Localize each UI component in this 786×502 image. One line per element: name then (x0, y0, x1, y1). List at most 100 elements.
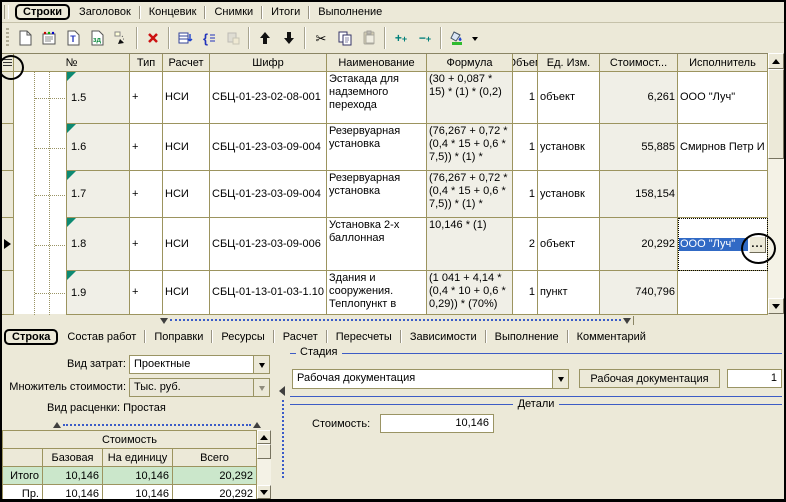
cost-type-combo[interactable]: Проектные (129, 355, 270, 374)
tab-stroka[interactable]: Строка (4, 328, 59, 345)
cell-volume[interactable]: 1 (513, 72, 538, 124)
row-selector[interactable] (2, 72, 14, 124)
cell-cost[interactable]: 158,154 (600, 171, 678, 218)
cell-unit[interactable]: пункт (538, 271, 600, 315)
tab-raschet[interactable]: Расчет (276, 329, 325, 345)
tab-vypolnenie[interactable]: Выполнение (311, 4, 389, 20)
scroll-down-button[interactable] (768, 298, 784, 314)
column-header-number[interactable]: № (14, 54, 130, 72)
cell-unit[interactable]: объект (538, 72, 600, 124)
scrollbar-thumb[interactable] (257, 444, 271, 459)
column-header-name[interactable]: Наименование (327, 54, 427, 72)
new-document-button[interactable] (13, 26, 37, 50)
cell-cost[interactable]: 740,796 (600, 271, 678, 315)
cell-formula[interactable]: 10,146 * (1) (427, 218, 513, 271)
cell-code[interactable]: СБЦ-01-23-02-08-001 (210, 72, 327, 124)
move-up-button[interactable] (253, 26, 277, 50)
ellipsis-button[interactable]: ... (749, 235, 766, 253)
paste-button[interactable] (357, 26, 381, 50)
cell-formula[interactable]: (76,267 + 0,72 * (0,4 * 15 + 0,6 * 7,5))… (427, 124, 513, 171)
tab-sostav-rabot[interactable]: Состав работ (60, 329, 143, 345)
cell-executor[interactable] (678, 271, 768, 315)
tab-popravki[interactable]: Поправки (147, 329, 210, 345)
toolbar-grip[interactable] (6, 28, 9, 48)
cost-col-per-unit[interactable]: На единицу (103, 449, 173, 467)
column-header-type[interactable]: Тип (130, 54, 163, 72)
tab-snimki[interactable]: Снимки (207, 4, 260, 20)
cell-type[interactable]: + (130, 218, 163, 271)
tab-zavisimosti[interactable]: Зависимости (403, 329, 484, 345)
cell-formula[interactable]: (30 + 0,087 * 15) * (1) * (0,2) (427, 72, 513, 124)
cell-executor-editing[interactable]: ООО "Луч" ... (678, 218, 768, 271)
cell-number[interactable]: 1.9 (66, 271, 130, 315)
cell-formula[interactable]: (76,267 + 0,72 * (0,4 * 15 + 0,6 * 7,5))… (427, 171, 513, 218)
grid-vertical-scrollbar[interactable] (768, 53, 784, 314)
cell-type[interactable]: + (130, 124, 163, 171)
tab-koncevik[interactable]: Концевик (142, 4, 204, 20)
multiplier-combo[interactable]: Тыс. руб. (129, 378, 270, 397)
goto-cell-button[interactable] (109, 26, 133, 50)
paste-special-button[interactable] (221, 26, 245, 50)
column-header-volume[interactable]: Объем (513, 54, 538, 72)
cost-col-total[interactable]: Всего (173, 449, 257, 467)
tab-kommentariy[interactable]: Комментарий (570, 329, 653, 345)
cell-calc[interactable]: НСИ (163, 72, 210, 124)
cut-button[interactable]: ✂ (309, 26, 333, 50)
cell-type[interactable]: + (130, 271, 163, 315)
column-header-formula[interactable]: Формула (427, 54, 513, 72)
cell-volume[interactable]: 1 (513, 271, 538, 315)
cell-unit[interactable]: объект (538, 218, 600, 271)
cell-code[interactable]: СБЦ-01-23-03-09-004 (210, 124, 327, 171)
cell-volume[interactable]: 2 (513, 218, 538, 271)
cell-name[interactable]: Здания и сооружения. Теплопункт в (327, 271, 427, 315)
formula-braces-button[interactable]: { (197, 26, 221, 50)
cell-unit[interactable]: установк (538, 124, 600, 171)
cell-base[interactable]: 10,146 (43, 485, 103, 499)
text-document-button[interactable]: T (61, 26, 85, 50)
cell-calc[interactable]: НСИ (163, 218, 210, 271)
cell-calc[interactable]: НСИ (163, 124, 210, 171)
minus-plus-button[interactable]: −+ (413, 26, 437, 50)
tabbar-grip[interactable] (4, 5, 9, 19)
stage-combo[interactable]: Рабочая документация (292, 369, 569, 389)
tab-stroki[interactable]: Строки (15, 4, 71, 20)
row-selector[interactable] (2, 271, 14, 315)
cell-cost[interactable]: 55,885 (600, 124, 678, 171)
cell-number[interactable]: 1.7 (66, 171, 130, 218)
cell-per-unit[interactable]: 10,146 (103, 485, 173, 499)
tab-pereschety[interactable]: Пересчеты (329, 329, 399, 345)
move-down-button[interactable] (277, 26, 301, 50)
cell-executor[interactable]: ООО "Луч" (678, 72, 768, 124)
selected-text[interactable]: ООО "Луч" (679, 237, 748, 251)
cell-per-unit[interactable]: 10,146 (103, 467, 173, 485)
scrollbar-thumb[interactable] (768, 69, 784, 159)
column-header-code[interactable]: Шифр (210, 54, 327, 72)
cell-executor[interactable]: Смирнов Петр И (678, 124, 768, 171)
document-template-button[interactable]: зд (85, 26, 109, 50)
cell-code[interactable]: СБЦ-01-23-03-09-004 (210, 171, 327, 218)
cell-calc[interactable]: НСИ (163, 271, 210, 315)
chevron-left-icon[interactable] (274, 386, 285, 396)
tab-vypolnenie-bottom[interactable]: Выполнение (488, 329, 566, 345)
cell-code[interactable]: СБЦ-01-23-03-09-006 (210, 218, 327, 271)
cell-name[interactable]: Эстакада для надземного перехода (327, 72, 427, 124)
splitter-dotted-line[interactable] (170, 319, 621, 321)
cell-calc[interactable]: НСИ (163, 171, 210, 218)
cell-cost[interactable]: 6,261 (600, 72, 678, 124)
cell-name[interactable]: Резервуарная установка (327, 124, 427, 171)
add-plus-button[interactable]: ++ (389, 26, 413, 50)
cell-name[interactable]: Резервуарная установка (327, 171, 427, 218)
scroll-down-button[interactable] (257, 485, 271, 499)
cell-formula[interactable]: (1 041 + 4,14 * (0,4 * 10 + 0,6 * 0,29))… (427, 271, 513, 315)
column-header-cost[interactable]: Стоимост... (600, 54, 678, 72)
column-header-unit[interactable]: Ед. Изм. (538, 54, 600, 72)
cost-col-base[interactable]: Базовая (43, 449, 103, 467)
cell-type[interactable]: + (130, 72, 163, 124)
vertical-splitter-line[interactable] (282, 400, 284, 478)
row-selector[interactable] (2, 124, 14, 171)
splitter-dotted-line[interactable] (63, 424, 251, 426)
combo-dropdown-button[interactable] (552, 370, 568, 388)
scroll-up-button[interactable] (257, 430, 271, 444)
cost-table-scrollbar[interactable] (257, 430, 271, 499)
row-selector[interactable] (2, 171, 14, 218)
